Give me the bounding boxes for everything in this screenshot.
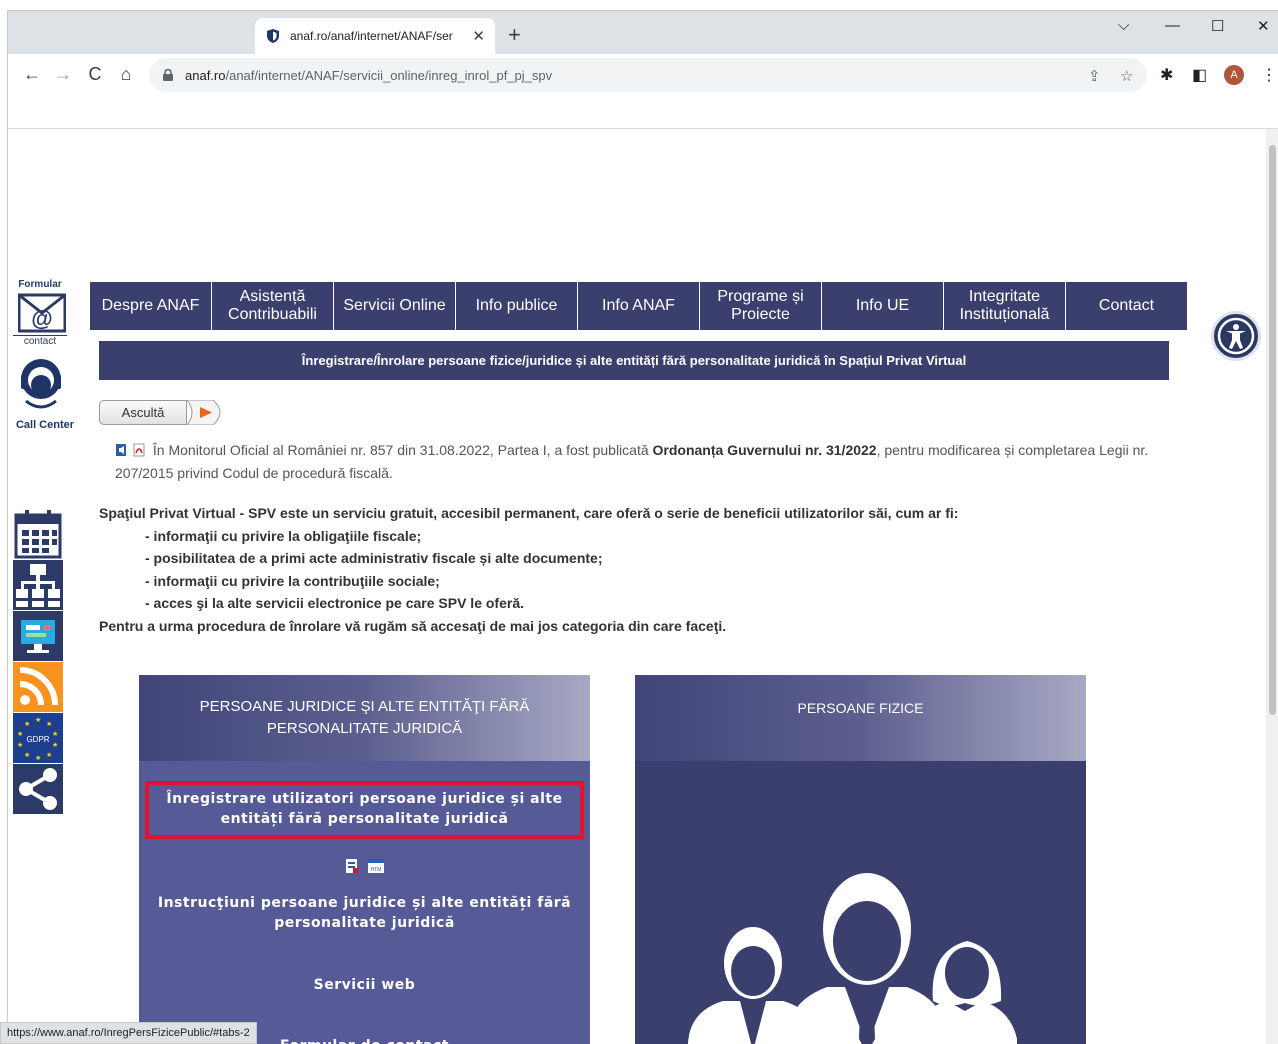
forward-icon[interactable]: →	[51, 64, 75, 85]
nav-integritate[interactable]: Integritate Instituțională	[944, 282, 1065, 330]
svg-text:★: ★	[35, 754, 41, 762]
list-item: - informaţii cu privire la contribuţiile…	[145, 572, 440, 589]
rss-icon[interactable]	[13, 662, 63, 712]
formular-label[interactable]: Formular	[13, 279, 67, 290]
nav-info-anaf[interactable]: Info ANAF	[578, 282, 699, 330]
maximize-icon[interactable]: ☐	[1211, 17, 1224, 35]
card-pf-body	[635, 761, 1086, 1044]
minimize-icon[interactable]: —	[1165, 17, 1180, 34]
svg-text:@: @	[31, 306, 52, 331]
nav-info-publice[interactable]: Info publice	[456, 282, 577, 330]
card-individuals[interactable]: PERSOANE FIZICE	[635, 675, 1086, 1044]
contact-label[interactable]: contact	[13, 335, 67, 347]
browser-tab[interactable]: anaf.ro/anaf/internet/ANAF/ser ✕	[255, 18, 495, 54]
play-icon[interactable]	[187, 400, 227, 425]
nav-servicii-online[interactable]: Servicii Online	[334, 282, 455, 330]
svg-text:★: ★	[24, 720, 30, 728]
svg-text:HTM: HTM	[371, 867, 382, 873]
svg-text:GDPR: GDPR	[26, 735, 49, 744]
svg-text:★: ★	[52, 730, 58, 738]
svg-text:★: ★	[35, 716, 41, 724]
notice-text-before: În Monitorul Oficial al României nr. 857…	[152, 442, 653, 458]
menu-kebab-icon[interactable]: ⋮	[1261, 65, 1277, 85]
svg-text:★: ★	[46, 720, 52, 728]
calendar-icon[interactable]	[13, 509, 63, 559]
monitor-icon[interactable]	[13, 611, 63, 661]
back-icon[interactable]: ←	[20, 64, 44, 85]
status-url-bar: https://www.anaf.ro/InregPersFizicePubli…	[0, 1022, 257, 1044]
nav-asistenta[interactable]: Asistență Contribuabili	[212, 282, 333, 330]
notice-ordinance-link[interactable]: Ordonanța Guvernului nr. 31/2022	[653, 442, 877, 458]
nav-info-ue[interactable]: Info UE	[822, 282, 943, 330]
page-title: Înregistrare/Înrolare persoane fizice/ju…	[99, 341, 1169, 380]
card-pf-title: PERSOANE FIZICE	[635, 675, 1086, 761]
svg-text:★: ★	[46, 751, 52, 759]
gdpr-icon[interactable]: ★ ★★★★★★★★★ GDPR	[13, 713, 63, 763]
extensions-puzzle-icon[interactable]: ✱	[1160, 65, 1173, 85]
nav-despre-anaf[interactable]: Despre ANAF	[90, 282, 211, 330]
accessibility-icon[interactable]	[1211, 311, 1261, 361]
page-content: Formular @ contact Call Center ★ ★ ★ ★ ★…	[8, 129, 1266, 1044]
spv-intro: Spaţiul Privat Virtual - SPV este un ser…	[99, 502, 1199, 638]
browser-window: anaf.ro/anaf/internet/ANAF/ser ✕ + ⌵ — ☐…	[7, 10, 1278, 1044]
intro-lead: Spaţiul Privat Virtual - SPV este un ser…	[99, 505, 959, 521]
svg-text:★: ★	[17, 741, 23, 749]
shield-favicon-icon	[267, 29, 279, 43]
email-form-icon[interactable]: @	[18, 293, 66, 333]
list-item: - acces şi la alte servicii electronice …	[145, 595, 524, 612]
page-scrollbar[interactable]	[1266, 129, 1278, 1044]
main-nav: Despre ANAF Asistență Contribuabili Serv…	[90, 282, 1188, 330]
pdf-icon[interactable]	[132, 443, 146, 457]
home-icon[interactable]: ⌂	[114, 64, 138, 85]
nav-programe-proiecte[interactable]: Programe și Proiecte	[700, 282, 821, 330]
list-item: - informaţii cu privire la obligaţiile f…	[145, 527, 422, 544]
doc-html-icons[interactable]: HTM	[344, 857, 389, 875]
new-tab-icon[interactable]: +	[508, 23, 521, 47]
site-map-icon[interactable]	[13, 560, 63, 610]
tab-title: anaf.ro/anaf/internet/ANAF/ser	[290, 29, 453, 43]
call-center-label[interactable]: Call Center	[13, 419, 77, 431]
notice-paragraph: În Monitorul Oficial al României nr. 857…	[115, 439, 1175, 485]
reload-icon[interactable]: C	[83, 64, 107, 85]
intro-closing: Pentru a urma procedura de înrolare vă r…	[99, 617, 727, 634]
call-center-headset-icon[interactable]	[18, 351, 64, 419]
card-legal-entities: PERSOANE JURIDICE ŞI ALTE ENTITĂŢI FĂRĂ …	[139, 675, 590, 1044]
svg-text:★: ★	[24, 751, 30, 759]
bookmark-star-icon[interactable]: ☆	[1120, 67, 1133, 85]
nav-contact[interactable]: Contact	[1066, 282, 1187, 330]
side-panel-icon[interactable]: ◧	[1192, 65, 1207, 85]
address-bar[interactable]: anaf.ro/anaf/internet/ANAF/servicii_onli…	[149, 58, 1147, 92]
lock-icon	[163, 69, 173, 81]
url-path: /anaf/internet/ANAF/servicii_online/inre…	[225, 67, 553, 83]
web-services-link[interactable]: Servicii web	[139, 975, 590, 995]
share-nodes-icon[interactable]	[13, 764, 63, 814]
close-tab-icon[interactable]: ✕	[472, 27, 485, 45]
scrollbar-thumb[interactable]	[1269, 145, 1276, 715]
list-item: - posibilitatea de a primi acte administ…	[145, 550, 603, 567]
instructions-legal-entities-link[interactable]: Instrucţiuni persoane juridice și alte e…	[139, 893, 590, 933]
tab-strip: anaf.ro/anaf/internet/ANAF/ser ✕ + ⌵ — ☐…	[8, 11, 1278, 54]
url-host: anaf.ro	[185, 67, 226, 83]
svg-text:★: ★	[52, 741, 58, 749]
profile-avatar[interactable]: A	[1224, 65, 1244, 85]
tab-search-chevron-icon[interactable]: ⌵	[1118, 17, 1129, 34]
svg-text:★: ★	[17, 730, 23, 738]
people-group-icon	[688, 873, 1017, 1044]
card-pj-title: PERSOANE JURIDICE ŞI ALTE ENTITĂŢI FĂRĂ …	[139, 675, 590, 761]
browser-toolbar: ← → C ⌂ anaf.ro/anaf/internet/ANAF/servi…	[8, 54, 1278, 129]
card-pj-body: Înregistrare utilizatori persoane juridi…	[139, 761, 590, 1044]
close-window-icon[interactable]: ✕	[1257, 17, 1270, 35]
audio-doc-icon[interactable]	[115, 443, 129, 457]
share-icon[interactable]: ⇪	[1088, 67, 1101, 85]
register-legal-entities-link[interactable]: Înregistrare utilizatori persoane juridi…	[145, 781, 584, 839]
listen-button[interactable]: Ascultă	[99, 400, 187, 425]
